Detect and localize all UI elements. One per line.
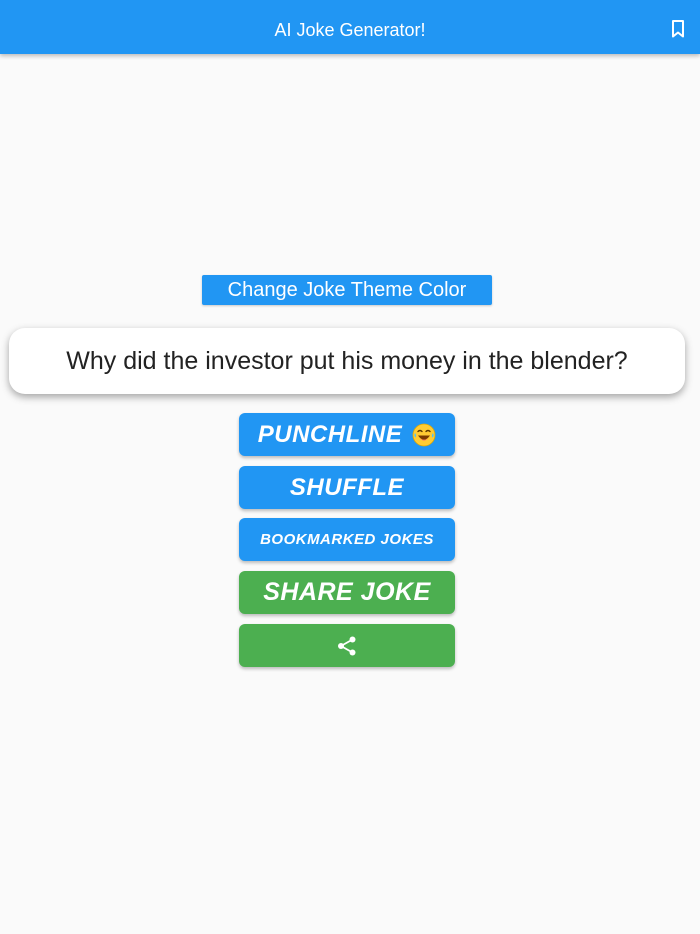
bookmarked-jokes-label: Bookmarked Jokes [260, 531, 434, 548]
punchline-label: Punchline [257, 420, 403, 448]
share-icon [338, 636, 356, 655]
bookmarked-jokes-button[interactable]: Bookmarked Jokes [239, 518, 455, 561]
bookmarks-button[interactable] [666, 17, 690, 41]
shuffle-label: Shuffle [289, 473, 405, 501]
punchline-button[interactable]: Punchline [239, 413, 455, 456]
app-bar: AI Joke Generator! [0, 0, 700, 54]
change-theme-color-button[interactable]: Change Joke Theme Color [202, 275, 492, 305]
share-icon-button[interactable] [239, 624, 455, 667]
bookmark-icon [672, 20, 684, 38]
joke-card: Why did the investor put his money in th… [9, 328, 685, 394]
share-joke-button[interactable]: Share Joke [239, 571, 455, 614]
share-joke-label: Share Joke [263, 578, 431, 606]
joke-setup-text: Why did the investor put his money in th… [66, 346, 628, 375]
app-title: AI Joke Generator! [274, 20, 426, 40]
laughing-emoji-icon [412, 423, 436, 446]
shuffle-button[interactable]: Shuffle [239, 466, 455, 509]
